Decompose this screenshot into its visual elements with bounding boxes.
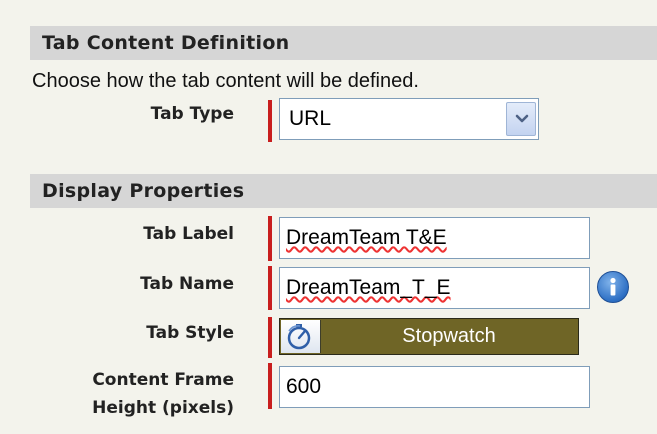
content-frame-height-label-line1: Content Frame <box>92 370 234 390</box>
required-marker <box>268 266 272 310</box>
tab-type-selected-value: URL <box>289 107 332 130</box>
section-intro-text: Choose how the tab content will be defin… <box>32 70 419 92</box>
stopwatch-icon <box>281 320 321 353</box>
section-header-display-properties: Display Properties <box>30 174 657 208</box>
required-marker <box>268 100 272 142</box>
content-frame-height-value: 600 <box>286 375 322 398</box>
tab-name-input[interactable]: DreamTeam_T_E <box>279 267 590 309</box>
info-icon[interactable] <box>597 271 629 303</box>
tab-label-value: DreamTeam T&E <box>286 226 447 249</box>
tab-label-input[interactable]: DreamTeam T&E <box>279 217 590 259</box>
tab-type-select[interactable]: URL <box>279 98 539 140</box>
section-header-tab-content-definition: Tab Content Definition <box>30 26 657 60</box>
tab-type-label: Tab Type <box>150 104 234 124</box>
required-marker <box>268 216 272 261</box>
tab-style-label: Tab Style <box>146 323 234 343</box>
content-frame-height-label-line2: Height (pixels) <box>92 398 234 418</box>
chevron-down-icon[interactable] <box>506 102 536 136</box>
tab-name-label: Tab Name <box>140 274 234 294</box>
tab-name-value: DreamTeam_T_E <box>286 276 451 299</box>
tab-style-selector[interactable]: Stopwatch <box>279 318 579 355</box>
required-marker <box>268 363 272 409</box>
required-marker <box>268 317 272 358</box>
tab-label-label: Tab Label <box>143 224 234 244</box>
tab-style-name: Stopwatch <box>402 325 496 347</box>
content-frame-height-input[interactable]: 600 <box>279 366 590 408</box>
